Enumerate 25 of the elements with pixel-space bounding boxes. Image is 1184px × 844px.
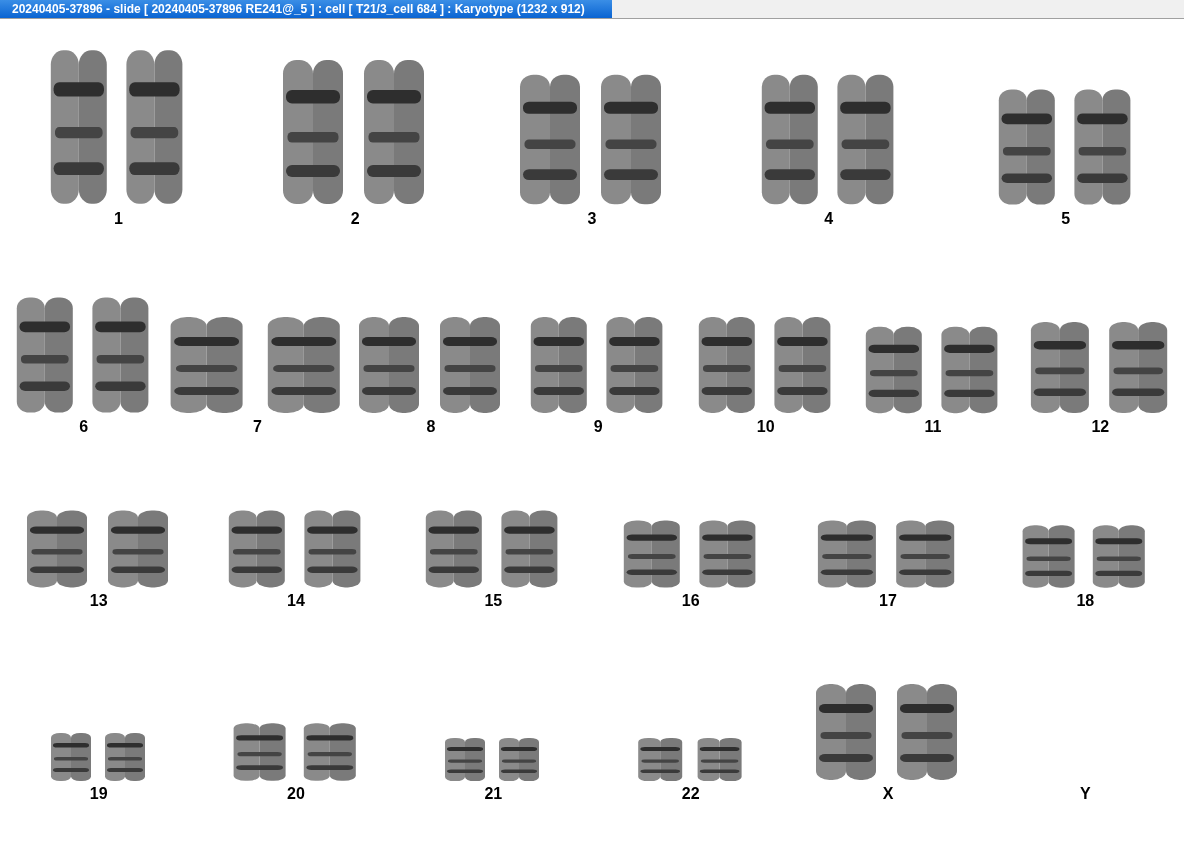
chromosome-label: 22 bbox=[681, 786, 700, 802]
chromosome-label: 1 bbox=[113, 211, 123, 227]
chromosome-label: 7 bbox=[252, 419, 262, 435]
chromosome-label: Y bbox=[1080, 786, 1091, 802]
chromosome-label: 8 bbox=[426, 419, 436, 435]
chromosome-label: 10 bbox=[756, 419, 775, 435]
chromosome-label: 2 bbox=[350, 211, 360, 227]
chromosome-label: 16 bbox=[681, 593, 700, 609]
chromosome-label: 15 bbox=[484, 593, 503, 609]
chromosome-label: 6 bbox=[79, 419, 89, 435]
chromosome-label: 21 bbox=[484, 786, 503, 802]
chromosome-label: 3 bbox=[587, 211, 597, 227]
chromosome-label: X bbox=[882, 786, 894, 802]
chromosome-label: 12 bbox=[1091, 419, 1110, 435]
chromosome-label: 5 bbox=[1061, 211, 1071, 227]
window-title: 20240405-37896 - slide [ 20240405-37896 RE241@_5 ] : cell [ T21/3_cell 684 ] : Karyotype (1232 x 912) bbox=[0, 0, 612, 18]
chromosome-label: 14 bbox=[287, 593, 305, 609]
chromosome-label: 18 bbox=[1076, 593, 1095, 609]
chromosome-label: 19 bbox=[89, 786, 108, 802]
chromosome-label: 4 bbox=[824, 211, 834, 227]
chromosome-label: 9 bbox=[593, 419, 603, 435]
chromosome-label: 17 bbox=[879, 593, 897, 609]
chromosome-label: 20 bbox=[287, 786, 305, 802]
chromosome-label: 11 bbox=[924, 419, 942, 435]
chromosome-label: 13 bbox=[89, 593, 108, 609]
